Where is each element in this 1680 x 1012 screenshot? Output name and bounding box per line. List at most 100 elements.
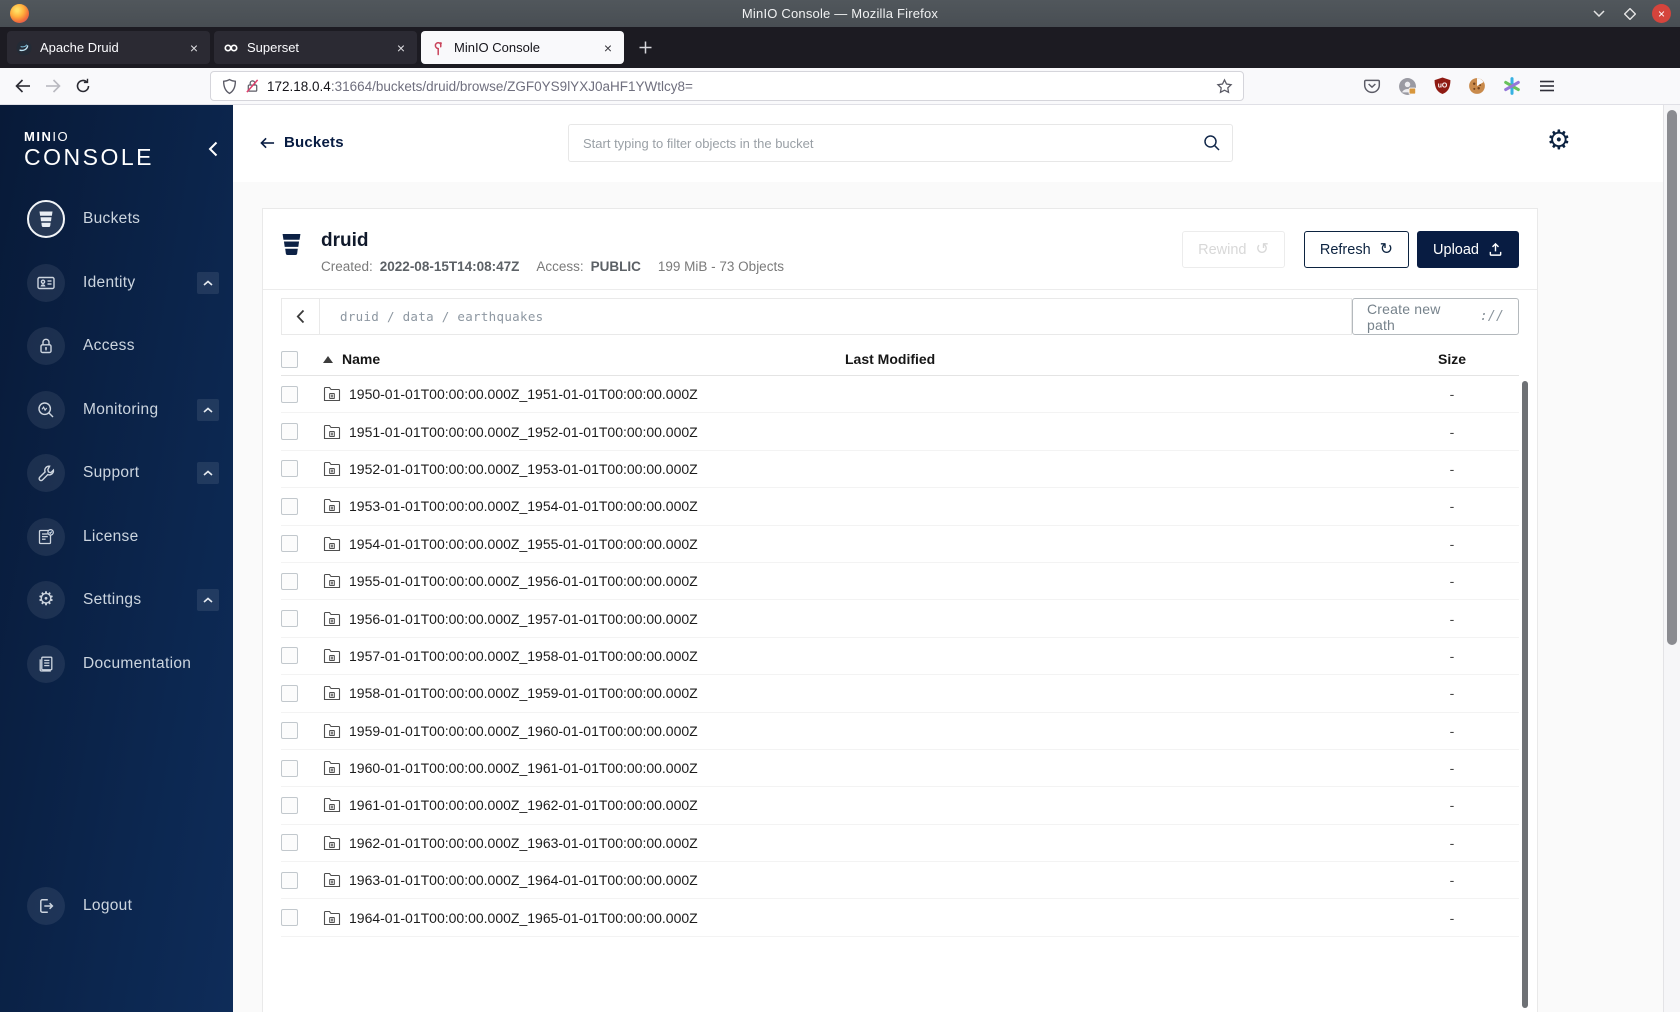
name-column-header[interactable]: Name — [342, 351, 380, 367]
divider — [263, 289, 1537, 290]
row-checkbox[interactable] — [281, 871, 298, 889]
url-text[interactable]: 172.18.0.4:31664/buckets/druid/browse/ZG… — [267, 79, 693, 94]
account-icon[interactable] — [1397, 76, 1417, 96]
tab-close-icon[interactable]: × — [394, 40, 408, 56]
upload-button[interactable]: Upload — [1417, 231, 1519, 268]
rewind-button[interactable]: Rewind ↺ — [1182, 231, 1285, 268]
sidebar-item[interactable]: License — [27, 515, 219, 559]
window-minimize-icon[interactable] — [1590, 5, 1608, 23]
support-wrench-icon — [36, 463, 56, 483]
page-scrollbar[interactable] — [1663, 105, 1680, 1012]
row-checkbox[interactable] — [281, 460, 298, 478]
sidebar-item[interactable]: Monitoring — [27, 388, 219, 432]
window-maximize-icon[interactable] — [1621, 5, 1639, 23]
back-button[interactable] — [8, 72, 38, 100]
sidebar-item[interactable]: Documentation — [27, 642, 219, 686]
identity-card-icon — [36, 273, 56, 293]
table-row[interactable]: 1956-01-01T00:00:00.000Z_1957-01-01T00:0… — [281, 600, 1519, 638]
create-new-path-button[interactable]: Create new path :// — [1351, 298, 1519, 335]
table-row[interactable]: 1963-01-01T00:00:00.000Z_1964-01-01T00:0… — [281, 862, 1519, 900]
table-row[interactable]: 1953-01-01T00:00:00.000Z_1954-01-01T00:0… — [281, 488, 1519, 526]
last-modified-column-header[interactable]: Last Modified — [845, 351, 1385, 367]
tab-bar: Apache Druid × Superset × MinIO Console … — [0, 27, 1680, 68]
chevron-up-icon[interactable] — [197, 398, 219, 421]
sidebar-item[interactable]: Support — [27, 451, 219, 495]
bookmark-star-icon[interactable] — [1216, 77, 1233, 95]
table-row[interactable]: 1958-01-01T00:00:00.000Z_1959-01-01T00:0… — [281, 675, 1519, 713]
table-row[interactable]: 1950-01-01T00:00:00.000Z_1951-01-01T00:0… — [281, 376, 1519, 414]
logo-min: MIN — [24, 129, 53, 144]
chevron-up-icon[interactable] — [197, 462, 219, 484]
table-row[interactable]: 1952-01-01T00:00:00.000Z_1953-01-01T00:0… — [281, 451, 1519, 489]
page-scrollbar-thumb[interactable] — [1667, 110, 1677, 645]
folder-icon — [323, 835, 341, 851]
row-checkbox[interactable] — [281, 909, 298, 927]
search-icon — [1203, 134, 1221, 152]
row-checkbox[interactable] — [281, 572, 298, 590]
tracking-shield-icon[interactable] — [221, 78, 238, 95]
cookie-icon[interactable] — [1467, 76, 1487, 96]
row-checkbox[interactable] — [281, 497, 298, 515]
sidebar-item[interactable]: Access — [27, 324, 219, 368]
row-checkbox[interactable] — [281, 535, 298, 553]
table-scrollbar[interactable] — [1522, 381, 1528, 1008]
folder-icon — [323, 797, 341, 813]
tab-close-icon[interactable]: × — [601, 40, 615, 56]
reload-button[interactable] — [68, 72, 98, 100]
sidebar-collapse-icon[interactable] — [208, 141, 218, 157]
sidebar-item-logout[interactable]: Logout — [27, 884, 219, 928]
row-checkbox[interactable] — [281, 796, 298, 814]
sidebar-item[interactable]: Buckets — [27, 197, 219, 241]
table-row[interactable]: 1959-01-01T00:00:00.000Z_1960-01-01T00:0… — [281, 713, 1519, 750]
row-checkbox[interactable] — [281, 610, 298, 628]
chevron-up-icon[interactable] — [197, 589, 219, 611]
object-size: - — [1449, 535, 1455, 552]
new-tab-button[interactable] — [630, 33, 660, 63]
table-row[interactable]: 1961-01-01T00:00:00.000Z_1962-01-01T00:0… — [281, 787, 1519, 825]
row-checkbox[interactable] — [281, 423, 298, 441]
row-checkbox[interactable] — [281, 834, 298, 852]
object-size: - — [1449, 498, 1455, 515]
table-row[interactable]: 1951-01-01T00:00:00.000Z_1952-01-01T00:0… — [281, 413, 1519, 451]
browser-tab[interactable]: Apache Druid × — [7, 31, 210, 64]
sidebar-item[interactable]: Identity — [27, 261, 219, 305]
size-column-header[interactable]: Size — [1385, 351, 1519, 367]
forward-button[interactable] — [38, 72, 68, 100]
tab-close-icon[interactable]: × — [187, 40, 201, 56]
row-checkbox[interactable] — [281, 385, 298, 403]
sort-ascending-icon[interactable] — [323, 355, 333, 363]
insecure-lock-icon[interactable] — [245, 78, 260, 94]
back-to-buckets-link[interactable]: Buckets — [260, 134, 344, 151]
sidebar-item[interactable]: ⚙ Settings — [27, 578, 219, 622]
row-checkbox[interactable] — [281, 684, 298, 702]
path-back-icon[interactable] — [282, 299, 320, 334]
row-checkbox[interactable] — [281, 722, 298, 740]
settings-gear-icon-top[interactable]: ⚙ — [1547, 127, 1571, 154]
url-bar[interactable]: 172.18.0.4:31664/buckets/druid/browse/ZG… — [210, 71, 1244, 101]
created-label: Created: — [321, 259, 373, 274]
browser-tab[interactable]: MinIO Console × — [421, 31, 624, 64]
row-checkbox[interactable] — [281, 647, 298, 665]
table-row[interactable]: 1964-01-01T00:00:00.000Z_1965-01-01T00:0… — [281, 899, 1519, 937]
sidebar-item-label: Monitoring — [83, 400, 159, 418]
chevron-up-icon[interactable] — [197, 271, 219, 294]
window-close-icon[interactable]: × — [1652, 4, 1671, 23]
table-row[interactable]: 1954-01-01T00:00:00.000Z_1955-01-01T00:0… — [281, 526, 1519, 563]
session-asterisk-icon[interactable] — [1502, 76, 1522, 96]
table-row[interactable]: 1962-01-01T00:00:00.000Z_1963-01-01T00:0… — [281, 825, 1519, 863]
refresh-button[interactable]: Refresh ↻ — [1303, 231, 1410, 268]
pocket-icon[interactable] — [1362, 76, 1382, 96]
row-checkbox[interactable] — [281, 759, 298, 777]
current-path[interactable]: druid / data / earthquakes — [340, 309, 543, 324]
ublock-icon[interactable]: uO — [1432, 76, 1452, 96]
object-size: - — [1449, 647, 1455, 664]
select-all-checkbox[interactable] — [281, 350, 298, 368]
table-row[interactable]: 1957-01-01T00:00:00.000Z_1958-01-01T00:0… — [281, 638, 1519, 676]
table-row[interactable]: 1955-01-01T00:00:00.000Z_1956-01-01T00:0… — [281, 563, 1519, 601]
browser-tab[interactable]: Superset × — [214, 31, 417, 64]
table-row[interactable]: 1960-01-01T00:00:00.000Z_1961-01-01T00:0… — [281, 750, 1519, 788]
folder-icon — [323, 424, 341, 440]
objects-table-header: Name Last Modified Size — [281, 343, 1519, 376]
menu-hamburger-icon[interactable] — [1537, 76, 1557, 96]
filter-objects-input[interactable] — [568, 124, 1233, 162]
